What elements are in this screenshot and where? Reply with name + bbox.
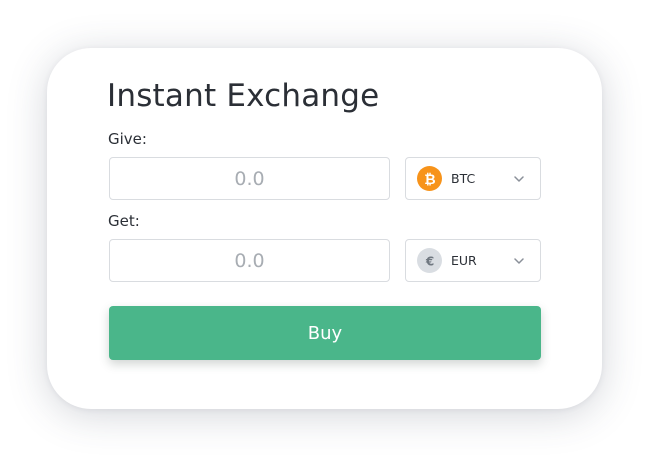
- get-amount-input[interactable]: [109, 239, 390, 282]
- bitcoin-icon: ₿: [417, 166, 442, 191]
- svg-text:₿: ₿: [424, 172, 435, 187]
- get-currency-code: EUR: [451, 253, 477, 268]
- chevron-down-icon: [514, 175, 524, 182]
- get-currency-select[interactable]: € EUR: [405, 239, 541, 282]
- buy-button[interactable]: Buy: [109, 306, 541, 360]
- give-currency-code: BTC: [451, 171, 476, 186]
- exchange-card: Instant Exchange Give: ₿ BTC Get: €: [47, 48, 602, 409]
- give-label: Give:: [108, 130, 147, 148]
- chevron-down-icon: [514, 257, 524, 264]
- page: Instant Exchange Give: ₿ BTC Get: €: [0, 0, 651, 456]
- get-label: Get:: [108, 212, 140, 230]
- svg-text:€: €: [424, 254, 433, 268]
- euro-icon: €: [417, 248, 442, 273]
- give-currency-select[interactable]: ₿ BTC: [405, 157, 541, 200]
- give-amount-input[interactable]: [109, 157, 390, 200]
- widget-title: Instant Exchange: [107, 78, 380, 114]
